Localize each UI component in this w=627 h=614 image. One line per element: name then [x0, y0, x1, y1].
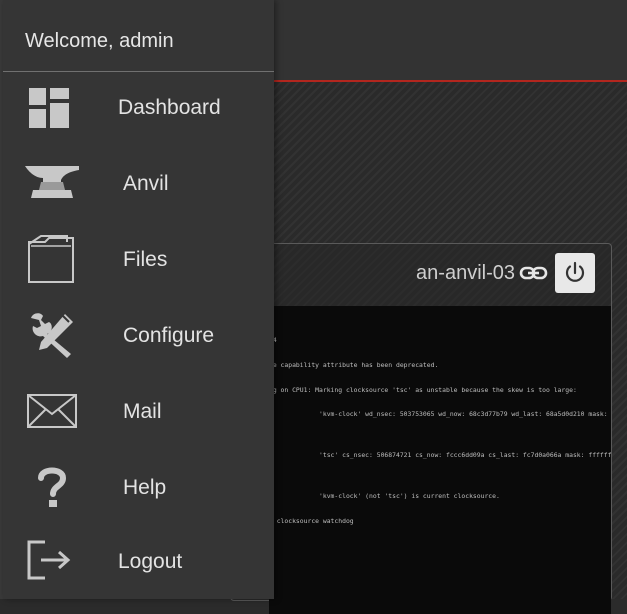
console-line: he capability attribute has been depreca…	[269, 361, 439, 370]
link-icon[interactable]	[519, 262, 549, 284]
console-line: og on CPU1: Marking clocksource 'tsc' as…	[269, 385, 577, 394]
tools-icon	[27, 310, 75, 363]
menu-item-files[interactable]: Files	[3, 228, 274, 292]
menu-label-configure: Configure	[123, 324, 215, 347]
anvil-name: an-anvil-03	[416, 262, 515, 284]
menu-label-files: Files	[123, 248, 168, 271]
mail-icon	[27, 394, 77, 433]
console-line: 04	[269, 336, 611, 344]
menu-item-help[interactable]: Help	[3, 456, 274, 520]
navigation-drawer: Welcome, admin Dashboard Anvil Files Con…	[3, 0, 274, 599]
server-console[interactable]: 04 he capability attribute has been depr…	[269, 306, 611, 614]
welcome-text: Welcome, admin	[25, 30, 174, 52]
drawer-divider	[3, 71, 274, 72]
console-line: 'tsc' cs_nsec: 506874721 cs_now: fccc6dd…	[269, 451, 611, 460]
console-line: n clocksource watchdog	[269, 516, 354, 525]
menu-item-configure[interactable]: Configure	[3, 304, 274, 368]
menu-label-anvil: Anvil	[123, 172, 169, 195]
dashboard-icon	[29, 88, 69, 133]
console-line: 'kvm-clock' (not 'tsc') is current clock…	[269, 492, 500, 501]
help-icon	[37, 466, 67, 513]
folder-icon	[27, 232, 75, 289]
menu-label-help: Help	[123, 476, 167, 499]
menu-item-mail[interactable]: Mail	[3, 380, 274, 444]
anvil-icon	[23, 164, 81, 207]
power-icon	[565, 261, 585, 282]
menu-item-logout[interactable]: Logout	[3, 530, 274, 594]
anvil-panel: an-anvil-03 04 he capability attribute h…	[230, 243, 612, 614]
console-line: 'kvm-clock' wd_nsec: 503753065 wd_now: 6…	[269, 410, 611, 419]
menu-label-logout: Logout	[118, 550, 183, 573]
menu-label-mail: Mail	[123, 400, 162, 423]
menu-item-dashboard[interactable]: Dashboard	[3, 76, 274, 140]
menu-label-dashboard: Dashboard	[118, 96, 221, 119]
menu-item-anvil[interactable]: Anvil	[3, 152, 274, 216]
power-button[interactable]	[555, 253, 595, 293]
panel-header: an-anvil-03	[231, 244, 611, 304]
logout-icon	[27, 540, 73, 585]
